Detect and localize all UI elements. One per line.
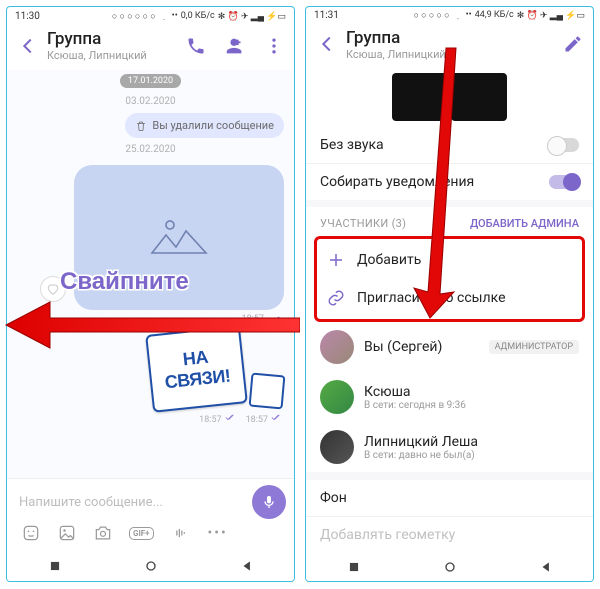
gif-icon[interactable]: GIF+	[129, 527, 154, 540]
sent-check-icon	[270, 314, 282, 324]
compose-area: Напишите сообщение... GIF+ •••	[7, 478, 294, 551]
setting-mute[interactable]: Без звука	[306, 127, 593, 163]
toggle-smart[interactable]	[549, 175, 579, 189]
status-speed: 44,9 КБ/с	[475, 10, 514, 20]
member-row[interactable]: Липницкий Леша В сети: давно не был(а)	[306, 422, 593, 472]
msg-time: 18:57	[199, 412, 235, 425]
link-icon	[327, 289, 345, 307]
android-navbar	[7, 551, 294, 581]
status-bar: 11:31 ○ ○ ○ ○ ○ •• 44,9 КБ/с ✻ ⏰ ✈ ▂▄ ⚡▭	[306, 7, 593, 24]
group-image	[392, 73, 448, 121]
participants-section: УЧАСТНИКИ (3) ДОБАВИТЬ АДМИНА	[306, 207, 593, 236]
add-admin-link[interactable]: ДОБАВИТЬ АДМИНА	[470, 217, 579, 230]
plus-icon	[327, 251, 345, 269]
more-icon[interactable]	[264, 36, 284, 56]
group-title: Группа	[346, 28, 555, 48]
camera-icon[interactable]	[93, 523, 113, 543]
avatar	[320, 430, 354, 464]
back-icon[interactable]	[17, 35, 39, 57]
sent-check-icon	[224, 412, 236, 422]
status-time: 11:30	[15, 11, 40, 22]
sticker-panel-icon[interactable]	[21, 523, 41, 543]
sent-check-icon	[270, 412, 282, 422]
admin-badge: АДМИНИСТРАТОР	[489, 340, 579, 354]
swipe-annotation-label: Свайпните	[60, 268, 189, 296]
group-subtitle: Ксюша, Липницкий	[346, 48, 555, 61]
nav-home-icon[interactable]	[143, 558, 159, 574]
invite-link-button[interactable]: Пригласить по ссылке	[317, 279, 582, 317]
status-time: 11:31	[314, 10, 339, 21]
chat-header: Группа Ксюша, Липницкий	[7, 25, 294, 70]
back-icon[interactable]	[316, 33, 338, 55]
nav-recent-icon[interactable]	[48, 559, 62, 573]
mic-button[interactable]	[252, 485, 286, 519]
chat-title: Группа	[47, 29, 178, 49]
gallery-icon[interactable]	[57, 523, 77, 543]
status-right: ○ ○ ○ ○ ○ •• 44,9 КБ/с ✻ ⏰ ✈ ▂▄ ⚡▭	[414, 10, 586, 21]
android-navbar	[306, 553, 593, 581]
group-image	[451, 73, 507, 121]
setting-smart-notify[interactable]: Собирать уведомления	[306, 164, 593, 200]
group-avatar-row[interactable]	[306, 69, 593, 127]
status-right: ○ ○ ○ ○ ○ ○ •• 0,0 КБ/с ✻ ⏰ ✈ ▂▄ ⚡▭	[112, 11, 286, 22]
avatar	[320, 330, 354, 364]
deleted-message: Вы удалили сообщение	[125, 113, 284, 138]
phone-right: 11:31 ○ ○ ○ ○ ○ •• 44,9 КБ/с ✻ ⏰ ✈ ▂▄ ⚡▭…	[305, 6, 594, 582]
audio-wave-icon[interactable]	[170, 523, 192, 543]
msg-time: 18:57	[242, 314, 282, 324]
setting-geo[interactable]: Добавлять геометку	[306, 517, 593, 553]
message-input[interactable]: Напишите сообщение...	[15, 489, 244, 516]
nav-home-icon[interactable]	[442, 559, 458, 575]
status-speed: 0,0 КБ/с	[181, 11, 215, 21]
member-row[interactable]: Вы (Сергей) АДМИНИСТРАТОР	[306, 322, 593, 372]
date-label-2: 25.02.2020	[7, 140, 294, 159]
group-header: Группа Ксюша, Липницкий	[306, 24, 593, 69]
add-person-icon[interactable]	[224, 35, 246, 57]
edit-icon[interactable]	[563, 34, 583, 54]
date-label: 03.02.2020	[7, 92, 294, 111]
highlight-box: Добавить Пригласить по ссылке	[314, 236, 585, 322]
toggle-mute[interactable]	[549, 138, 579, 152]
add-participant-button[interactable]: Добавить	[317, 241, 582, 279]
member-row[interactable]: Ксюша В сети: сегодня в 9:36	[306, 372, 593, 422]
more-compose-icon[interactable]: •••	[208, 525, 228, 541]
chat-subtitle: Ксюша, Липницкий	[47, 49, 178, 62]
msg-time: 18:57	[246, 412, 282, 425]
sticker-na-svyazi[interactable]: НА СВЯЗИ!	[145, 325, 248, 413]
nav-back-icon[interactable]	[539, 560, 553, 574]
status-bar: 11:30 ○ ○ ○ ○ ○ ○ •• 0,0 КБ/с ✻ ⏰ ✈ ▂▄ ⚡…	[7, 7, 294, 25]
setting-background[interactable]: Фон	[306, 480, 593, 516]
trash-icon	[135, 120, 147, 132]
date-pill: 17.01.2020	[120, 74, 181, 88]
avatar	[320, 380, 354, 414]
sticker-small[interactable]	[249, 373, 286, 410]
nav-back-icon[interactable]	[240, 559, 254, 573]
nav-recent-icon[interactable]	[347, 560, 361, 574]
call-icon[interactable]	[186, 36, 206, 56]
